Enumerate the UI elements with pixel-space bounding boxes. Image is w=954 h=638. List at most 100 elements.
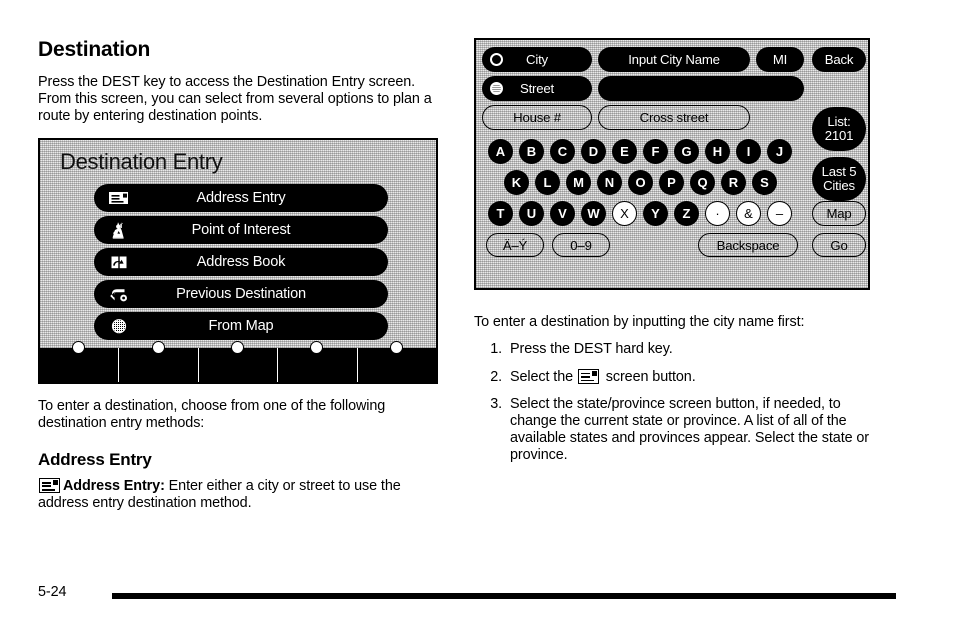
list-count-button[interactable]: List: 2101 <box>812 107 866 151</box>
key-l[interactable]: L <box>535 170 560 195</box>
left-column: Destination Press the DEST key to access… <box>38 38 448 512</box>
key-c[interactable]: C <box>550 139 575 164</box>
key-o[interactable]: O <box>628 170 653 195</box>
key-t[interactable]: T <box>488 201 513 226</box>
hardware-button[interactable] <box>40 341 120 383</box>
key-x[interactable]: X <box>612 201 637 226</box>
menu-item-label: From Map <box>208 318 274 335</box>
envelope-card-icon <box>39 477 60 493</box>
hardware-button[interactable] <box>278 341 358 383</box>
key-label: D <box>588 144 599 159</box>
key-f[interactable]: F <box>643 139 668 164</box>
numeric-button[interactable]: 0–9 <box>552 233 610 257</box>
menu-item-address-entry[interactable]: Address Entry <box>94 184 388 213</box>
key-label: B <box>526 144 537 159</box>
key-r[interactable]: R <box>721 170 746 195</box>
key-a[interactable]: A <box>488 139 513 164</box>
back-button-label: Back <box>824 52 854 67</box>
knob-icon <box>389 341 403 355</box>
go-button-label: Go <box>830 237 848 253</box>
key-e[interactable]: E <box>612 139 637 164</box>
key-n[interactable]: N <box>597 170 622 195</box>
map-button[interactable]: Map <box>812 201 866 226</box>
city-entry-steps: 1. Press the DEST hard key. 2. Select th… <box>474 341 874 464</box>
key-space-dash[interactable]: – <box>767 201 792 226</box>
key-label: O <box>635 175 646 190</box>
house-number-button[interactable]: House # <box>482 105 592 130</box>
cross-street-button[interactable]: Cross street <box>598 105 750 130</box>
street-name-input[interactable] <box>598 76 804 101</box>
menu-item-label: Address Book <box>196 254 286 271</box>
numeric-label: 0–9 <box>570 237 592 253</box>
state-province-button[interactable]: MI <box>756 47 804 72</box>
key-label: T <box>496 206 505 221</box>
menu-item-from-map[interactable]: From Map <box>94 312 388 341</box>
go-button[interactable]: Go <box>812 233 866 257</box>
key-j[interactable]: J <box>767 139 792 164</box>
step-text: Press the DEST hard key. <box>510 340 673 357</box>
key-p[interactable]: P <box>659 170 684 195</box>
key-d[interactable]: D <box>581 139 606 164</box>
key-w[interactable]: W <box>581 201 606 226</box>
key-q[interactable]: Q <box>690 170 715 195</box>
key-label: & <box>744 206 753 221</box>
step-number: 3. <box>490 396 502 413</box>
key-label: N <box>604 175 615 190</box>
key-i[interactable]: I <box>736 139 761 164</box>
page-footer: 5-24 <box>0 584 954 614</box>
step-number: 2. <box>490 368 502 385</box>
list-item: 3. Select the state/province screen butt… <box>474 396 874 463</box>
city-name-input[interactable]: Input City Name <box>598 47 750 72</box>
page-number: 5-24 <box>38 584 67 600</box>
knob-icon <box>310 341 324 355</box>
step-text: Select the <box>510 368 577 385</box>
key-label: V <box>558 206 567 221</box>
last-5-cities-button[interactable]: Last 5 Cities <box>812 157 866 201</box>
street-mode-button[interactable]: Street <box>482 76 592 101</box>
list-count-label: List: <box>827 113 851 129</box>
knob-icon <box>231 341 245 355</box>
destination-entry-screen: Destination Entry Address Entry Point of… <box>38 138 438 385</box>
key-v[interactable]: V <box>550 201 575 226</box>
key-label: G <box>681 144 692 159</box>
key-k[interactable]: K <box>504 170 529 195</box>
state-province-label: MI <box>772 52 788 67</box>
last-5-cities-label-1: Last 5 <box>821 163 857 179</box>
menu-item-point-of-interest[interactable]: Point of Interest <box>94 216 388 245</box>
city-mode-button[interactable]: City <box>482 47 592 72</box>
key-label: E <box>620 144 629 159</box>
key-z[interactable]: Z <box>674 201 699 226</box>
city-entry-keyboard-screen: City Input City Name MI Back Street List… <box>474 38 870 290</box>
key-label: W <box>587 206 600 221</box>
key-s[interactable]: S <box>752 170 777 195</box>
city-mode-label: City <box>526 52 548 67</box>
accent-characters-button[interactable]: Ä–Ý <box>486 233 544 257</box>
house-number-label: House # <box>513 110 561 125</box>
menu-item-address-book[interactable]: Address Book <box>94 248 388 277</box>
key-label: U <box>526 206 537 221</box>
accent-characters-label: Ä–Ý <box>502 237 528 253</box>
key-h[interactable]: H <box>705 139 730 164</box>
backspace-button[interactable]: Backspace <box>698 233 798 257</box>
key-y[interactable]: Y <box>643 201 668 226</box>
address-entry-heading: Address Entry <box>38 449 152 469</box>
back-button[interactable]: Back <box>812 47 866 72</box>
key-period[interactable]: · <box>705 201 730 226</box>
hardware-button[interactable] <box>199 341 279 383</box>
hardware-button[interactable] <box>119 341 199 383</box>
key-b[interactable]: B <box>519 139 544 164</box>
key-m[interactable]: M <box>566 170 591 195</box>
menu-item-previous-destination[interactable]: Previous Destination <box>94 280 388 309</box>
key-g[interactable]: G <box>674 139 699 164</box>
address-entry-definition: Address Entry: Enter either a city or st… <box>38 477 448 512</box>
key-u[interactable]: U <box>519 201 544 226</box>
methods-paragraph: To enter a destination, choose from one … <box>38 398 386 432</box>
key-ampersand[interactable]: & <box>736 201 761 226</box>
menu-item-label: Point of Interest <box>191 222 291 239</box>
hardware-button[interactable] <box>358 341 436 382</box>
key-label: K <box>511 175 522 190</box>
destination-entry-menu: Address Entry Point of Interest Address … <box>94 184 388 344</box>
envelope-card-icon <box>577 368 599 384</box>
step-number: 1. <box>490 340 502 357</box>
menu-item-label: Previous Destination <box>176 286 306 303</box>
